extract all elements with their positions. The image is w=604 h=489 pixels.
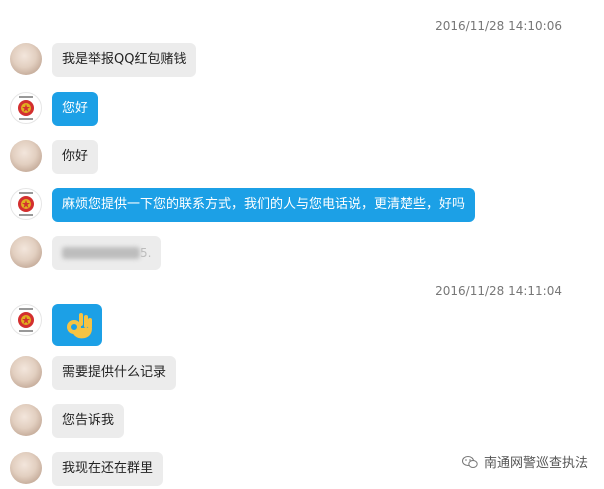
- message-bubble[interactable]: 需要提供什么记录: [52, 356, 177, 390]
- message-bubble[interactable]: 麻烦您提供一下您的联系方式，我们的人与您电话说，更清楚些，好吗: [52, 188, 476, 222]
- user-avatar[interactable]: [10, 236, 42, 268]
- user-avatar[interactable]: [10, 140, 42, 172]
- police-avatar[interactable]: [10, 304, 42, 336]
- timestamp: 2016/11/28 14:11:04: [435, 284, 562, 298]
- user-avatar[interactable]: [10, 404, 42, 436]
- redacted-tail-text: 5.: [140, 246, 152, 260]
- redacted-text: [62, 247, 140, 259]
- watermark-text: 南通网警巡查执法: [483, 456, 588, 471]
- emoji-message-bubble[interactable]: [52, 304, 102, 346]
- police-badge-icon: [18, 308, 34, 332]
- police-badge-icon: [18, 192, 34, 216]
- police-badge-icon: [18, 96, 34, 120]
- message-bubble[interactable]: 我现在还在群里: [52, 452, 164, 486]
- timestamp: 2016/11/28 14:10:06: [435, 19, 562, 33]
- user-avatar[interactable]: [10, 356, 42, 388]
- user-avatar[interactable]: [10, 43, 42, 75]
- police-avatar[interactable]: [10, 188, 42, 220]
- redacted-message-bubble[interactable]: 5.: [52, 236, 162, 270]
- message-bubble[interactable]: 你好: [52, 140, 99, 174]
- user-avatar[interactable]: [10, 452, 42, 484]
- wechat-icon: [461, 456, 478, 468]
- message-bubble[interactable]: 您好: [52, 92, 99, 126]
- police-avatar[interactable]: [10, 92, 42, 124]
- watermark: 南通网警巡查执法: [461, 452, 588, 471]
- message-bubble[interactable]: 我是举报QQ红包赌钱: [52, 43, 197, 77]
- chat-window: 2016/11/28 14:10:06 我是举报QQ红包赌钱 您好 你好 麻烦您…: [0, 0, 604, 489]
- ok-hand-icon: [67, 313, 92, 339]
- message-bubble[interactable]: 您告诉我: [52, 404, 125, 438]
